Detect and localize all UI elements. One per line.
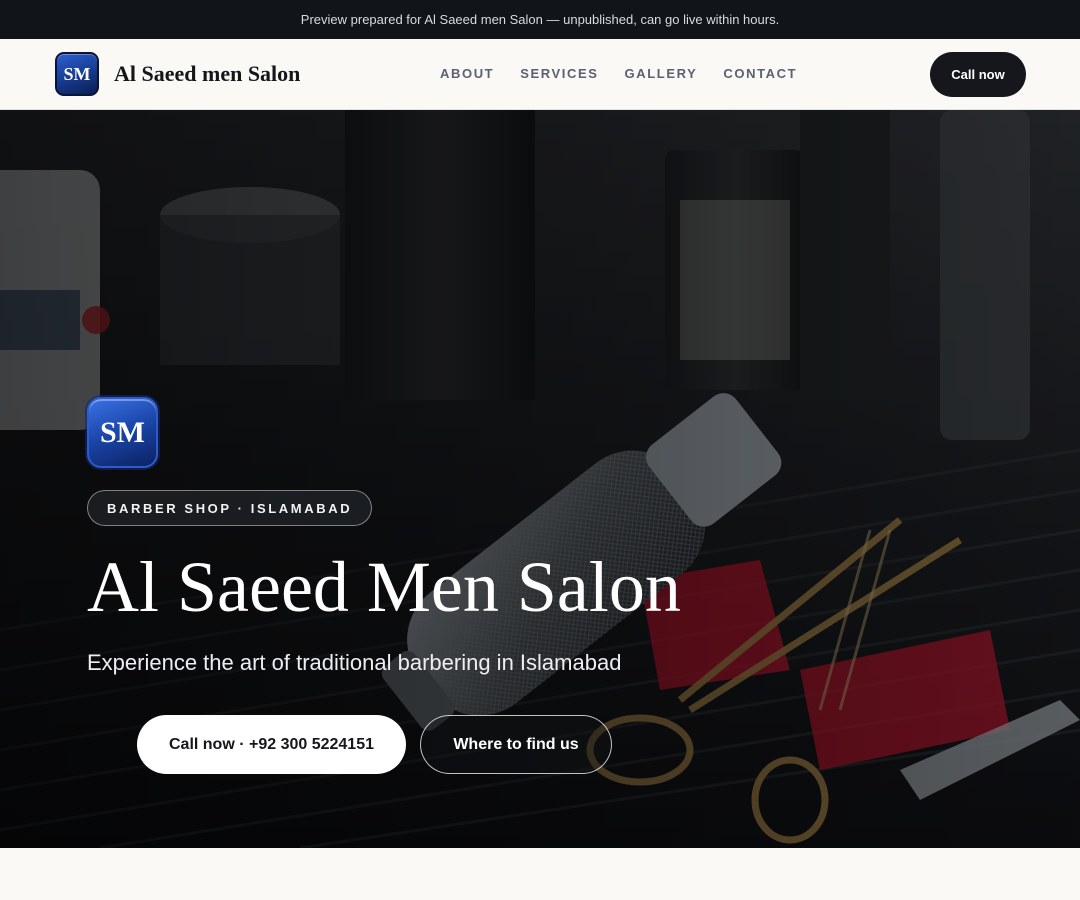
- nav-item-about[interactable]: ABOUT: [440, 66, 494, 81]
- header-call-button[interactable]: Call now: [930, 52, 1026, 97]
- hero-location-tag: BARBER SHOP · ISLAMABAD: [87, 490, 373, 526]
- main-nav: ABOUT SERVICES GALLERY CONTACT: [440, 66, 823, 81]
- brand-logo-initials: SM: [63, 63, 91, 84]
- nav-item-gallery[interactable]: GALLERY: [625, 66, 698, 81]
- nav-item-services[interactable]: SERVICES: [520, 66, 598, 81]
- brand-logo: SM: [55, 52, 99, 96]
- hero-call-button[interactable]: Call now · +92 300 5224151: [137, 715, 406, 774]
- site-header: SM Al Saeed men Salon ABOUT SERVICES GAL…: [0, 39, 1080, 110]
- hero-logo-initials: SM: [100, 415, 145, 449]
- hero-subtitle: Experience the art of traditional barber…: [87, 650, 622, 675]
- hero-title: Al Saeed Men Salon: [87, 547, 681, 627]
- next-section: [0, 848, 1080, 900]
- preview-banner-text: Preview prepared for Al Saeed men Salon …: [300, 12, 780, 27]
- hero-section: SM BARBER SHOP · ISLAMABAD Al Saeed Men …: [0, 110, 1080, 848]
- hero-logo: SM: [87, 397, 158, 468]
- preview-banner: Preview prepared for Al Saeed men Salon …: [0, 0, 1080, 39]
- nav-item-contact[interactable]: CONTACT: [723, 66, 797, 81]
- hero-find-us-button[interactable]: Where to find us: [420, 715, 612, 774]
- brand-link[interactable]: SM Al Saeed men Salon: [55, 52, 300, 96]
- brand-name: Al Saeed men Salon: [114, 61, 301, 86]
